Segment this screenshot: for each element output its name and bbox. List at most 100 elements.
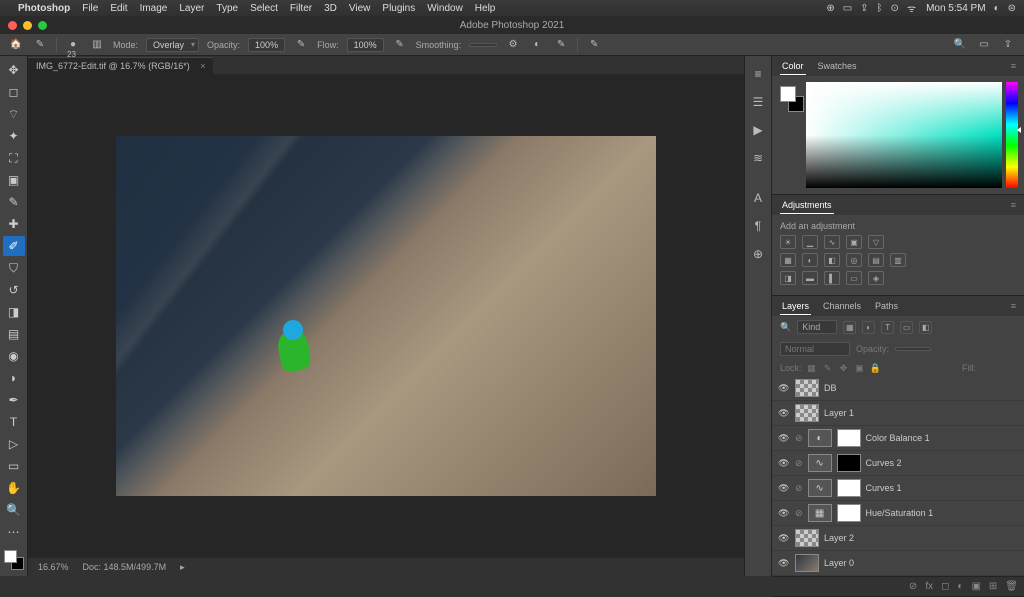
panel-menu-icon[interactable]: ≡ (1011, 200, 1016, 210)
menu-view[interactable]: View (349, 3, 371, 14)
wifi-icon[interactable]: ᯤ (907, 1, 916, 15)
layer-opacity-input[interactable] (895, 347, 931, 351)
filter-kind-select[interactable]: Kind (797, 320, 837, 334)
new-adjustment-icon[interactable]: ◐ (957, 581, 963, 592)
layer-name[interactable]: Curves 1 (866, 483, 902, 493)
filter-shape-icon[interactable]: ▭ (900, 321, 913, 334)
channel-mixer-icon[interactable]: ▤ (868, 253, 884, 267)
share-icon[interactable]: ⇪ (1000, 37, 1016, 53)
brush-preset-icon[interactable]: ✎ (32, 37, 48, 53)
filter-smart-icon[interactable]: ◧ (919, 321, 932, 334)
layer-thumb[interactable] (795, 554, 819, 572)
hue-saturation-icon[interactable]: ▦ (780, 253, 796, 267)
eraser-tool[interactable]: ◨ (3, 302, 25, 322)
layer-row[interactable]: 👁⊘∿Curves 1 (772, 476, 1024, 501)
move-tool[interactable]: ✥ (3, 60, 25, 80)
filter-type-icon[interactable]: T (881, 321, 894, 334)
menu-edit[interactable]: Edit (110, 3, 127, 14)
mask-thumb[interactable] (837, 454, 861, 472)
flow-input[interactable]: 100% (347, 38, 384, 52)
adjustments-tab[interactable]: Adjustments (780, 197, 834, 214)
libraries-panel-icon[interactable]: ⊕ (748, 244, 768, 264)
adjustment-thumb[interactable]: ∿ (808, 454, 832, 472)
menu-select[interactable]: Select (250, 3, 278, 14)
brush-tool[interactable]: ✐ (3, 236, 25, 256)
mode-select[interactable]: Overlay (146, 38, 199, 52)
close-tab-icon[interactable]: × (200, 61, 205, 71)
fullscreen-button[interactable] (38, 21, 47, 30)
path-tool[interactable]: ▷ (3, 434, 25, 454)
mask-thumb[interactable] (837, 429, 861, 447)
mask-thumb[interactable] (837, 479, 861, 497)
posterize-icon[interactable]: ▬ (802, 271, 818, 285)
hand-tool[interactable]: ✋ (3, 478, 25, 498)
status-icon[interactable]: ⇪ (860, 3, 868, 14)
layer-row[interactable]: 👁DB (772, 376, 1024, 401)
menubar-clock[interactable]: Mon 5:54 PM (926, 3, 985, 14)
status-menu-icon[interactable]: ▸ (180, 562, 185, 573)
selective-color-icon[interactable]: ◈ (868, 271, 884, 285)
pen-tool[interactable]: ✒ (3, 390, 25, 410)
filter-adjustment-icon[interactable]: ◐ (862, 321, 875, 334)
brush-tip-icon[interactable]: ●23 (65, 37, 81, 53)
lock-transparent-icon[interactable]: ▦ (806, 362, 818, 374)
layer-thumb[interactable] (795, 404, 819, 422)
blend-mode-select[interactable]: Normal (780, 342, 850, 356)
eyedropper-tool[interactable]: ✎ (3, 192, 25, 212)
swatches-tab[interactable]: Swatches (816, 58, 859, 74)
stamp-tool[interactable]: ⛉ (3, 258, 25, 278)
document-tab[interactable]: IMG_6772-Edit.tif @ 16.7% (RGB/16*) × (28, 57, 213, 74)
character-panel-icon[interactable]: A (748, 188, 768, 208)
properties-panel-icon[interactable]: ☰ (748, 92, 768, 112)
home-icon[interactable]: 🏠 (8, 37, 24, 53)
visibility-toggle[interactable]: 👁 (778, 458, 790, 469)
visibility-toggle[interactable]: 👁 (778, 558, 790, 569)
menu-plugins[interactable]: Plugins (382, 3, 415, 14)
layer-thumb[interactable] (795, 529, 819, 547)
vibrance-icon[interactable]: ▽ (868, 235, 884, 249)
gradient-tool[interactable]: ▤ (3, 324, 25, 344)
actions-panel-icon[interactable]: ▶ (748, 120, 768, 140)
brightness-contrast-icon[interactable]: ☀ (780, 235, 796, 249)
panel-menu-icon[interactable]: ≡ (1011, 301, 1016, 311)
gradient-map-icon[interactable]: ▭ (846, 271, 862, 285)
exposure-icon[interactable]: ▣ (846, 235, 862, 249)
color-swatch-mini[interactable] (778, 82, 802, 188)
zoom-tool[interactable]: 🔍 (3, 500, 25, 520)
marquee-tool[interactable]: ◻ (3, 82, 25, 102)
status-icon[interactable]: ⊕ (826, 3, 834, 14)
add-mask-icon[interactable]: ◻ (941, 581, 949, 592)
shape-tool[interactable]: ▭ (3, 456, 25, 476)
status-icon[interactable]: ▭ (843, 3, 852, 14)
filter-pixel-icon[interactable]: ▦ (843, 321, 856, 334)
healing-tool[interactable]: ✚ (3, 214, 25, 234)
visibility-toggle[interactable]: 👁 (778, 483, 790, 494)
gear-icon[interactable]: ⚙ (505, 37, 521, 53)
workspace-icon[interactable]: ▭ (976, 37, 992, 53)
visibility-toggle[interactable]: 👁 (778, 508, 790, 519)
lock-position-icon[interactable]: ✥ (838, 362, 850, 374)
status-icon[interactable]: ◐ (994, 3, 1000, 14)
color-tab[interactable]: Color (780, 58, 806, 75)
crop-tool[interactable]: ⛶ (3, 148, 25, 168)
layer-name[interactable]: Layer 1 (824, 408, 854, 418)
bluetooth-icon[interactable]: ᛒ (877, 3, 883, 14)
panel-menu-icon[interactable]: ≡ (1011, 61, 1016, 71)
smoothing-input[interactable] (469, 43, 497, 47)
photo-filter-icon[interactable]: ◎ (846, 253, 862, 267)
layer-name[interactable]: Hue/Saturation 1 (866, 508, 934, 518)
layers-tab[interactable]: Layers (780, 298, 811, 315)
status-icon[interactable]: ⊙ (891, 3, 899, 14)
foreground-color[interactable] (4, 550, 17, 563)
color-field[interactable] (806, 82, 1002, 188)
new-layer-icon[interactable]: ⊞ (989, 581, 997, 592)
hue-strip[interactable] (1006, 82, 1018, 188)
invert-icon[interactable]: ◨ (780, 271, 796, 285)
adjustment-thumb[interactable]: ∿ (808, 479, 832, 497)
blur-tool[interactable]: ◉ (3, 346, 25, 366)
levels-icon[interactable]: ▁ (802, 235, 818, 249)
visibility-toggle[interactable]: 👁 (778, 383, 790, 394)
airbrush-icon[interactable]: ✎ (392, 37, 408, 53)
type-tool[interactable]: T (3, 412, 25, 432)
menu-help[interactable]: Help (475, 3, 496, 14)
